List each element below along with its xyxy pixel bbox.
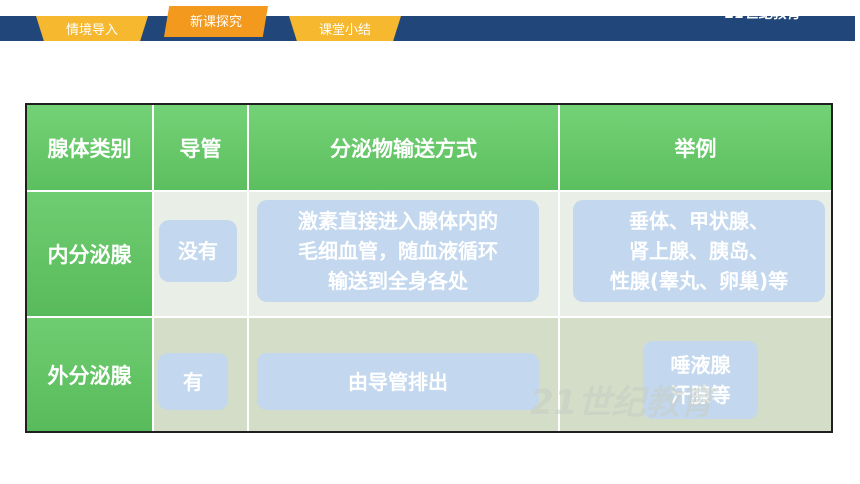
brand-logo: 21世纪教育 <box>725 6 801 22</box>
row-endocrine-label: 内分泌腺 <box>27 192 154 318</box>
header-secretion-transport: 分泌物输送方式 <box>249 105 560 192</box>
endocrine-duct-value: 没有 <box>159 220 237 282</box>
row-exocrine-transport-cell: 由导管排出 <box>249 318 560 431</box>
header-gland-type: 腺体类别 <box>27 105 154 192</box>
row-exocrine-duct-cell: 有 <box>154 318 249 431</box>
row-endocrine-duct-cell: 没有 <box>154 192 249 318</box>
tab-new-lesson[interactable]: 新课探究 <box>164 6 268 37</box>
row-endocrine-transport-cell: 激素直接进入腺体内的 毛细血管，随血液循环 输送到全身各处 <box>249 192 560 318</box>
header-examples: 举例 <box>560 105 831 192</box>
watermark-logo: 21世纪教育 <box>530 383 714 423</box>
row-endocrine-examples-cell: 垂体、甲状腺、 肾上腺、胰岛、 性腺(睾丸、卵巢)等 <box>560 192 831 318</box>
row-exocrine-label: 外分泌腺 <box>27 318 154 431</box>
exocrine-duct-value: 有 <box>158 353 228 410</box>
tab-summary[interactable]: 课堂小结 <box>289 16 401 41</box>
tab-scenario-intro[interactable]: 情境导入 <box>36 16 148 41</box>
endocrine-transport-value: 激素直接进入腺体内的 毛细血管，随血液循环 输送到全身各处 <box>257 200 539 302</box>
exocrine-transport-value: 由导管排出 <box>257 353 539 410</box>
header-duct: 导管 <box>154 105 249 192</box>
endocrine-examples-value: 垂体、甲状腺、 肾上腺、胰岛、 性腺(睾丸、卵巢)等 <box>573 200 825 302</box>
